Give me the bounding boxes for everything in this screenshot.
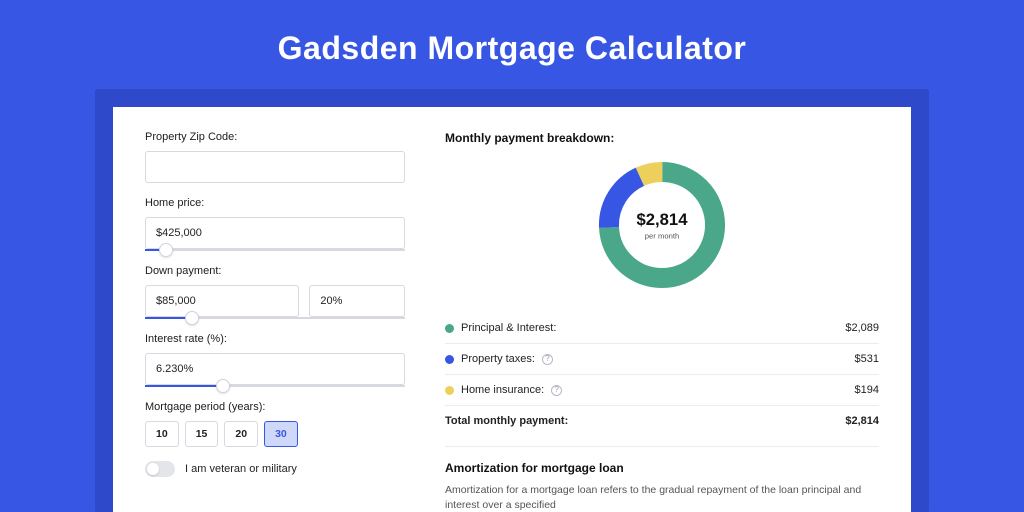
term-button-15[interactable]: 15 [185, 421, 219, 447]
form-column: Property Zip Code: Home price: Down paym… [145, 131, 405, 512]
term-button-20[interactable]: 20 [224, 421, 258, 447]
donut-chart: $2,814 per month [445, 155, 879, 295]
home-price-slider[interactable] [145, 249, 405, 251]
term-button-30[interactable]: 30 [264, 421, 298, 447]
donut-center-value: $2,814 [637, 210, 689, 229]
info-icon[interactable]: ? [542, 354, 553, 365]
legend-label-principal: Principal & Interest: [461, 322, 556, 334]
down-payment-group: Down payment: [145, 265, 405, 319]
legend-value-principal: $2,089 [845, 322, 879, 334]
mortgage-period-label: Mortgage period (years): [145, 401, 405, 413]
zip-group: Property Zip Code: [145, 131, 405, 183]
home-price-slider-thumb[interactable] [159, 243, 173, 257]
zip-input[interactable] [145, 151, 405, 183]
legend-value-taxes: $531 [855, 353, 879, 365]
mortgage-period-group: Mortgage period (years): 10 15 20 30 [145, 401, 405, 447]
dot-icon [445, 324, 454, 333]
legend-row-principal: Principal & Interest: $2,089 [445, 313, 879, 343]
amortization-text: Amortization for a mortgage loan refers … [445, 483, 879, 512]
term-button-10[interactable]: 10 [145, 421, 179, 447]
veteran-row: I am veteran or military [145, 461, 405, 477]
legend-label-taxes: Property taxes: [461, 353, 535, 365]
amortization-section: Amortization for mortgage loan Amortizat… [445, 446, 879, 512]
breakdown-title: Monthly payment breakdown: [445, 131, 879, 145]
legend-value-insurance: $194 [855, 384, 879, 396]
legend-row-total: Total monthly payment: $2,814 [445, 406, 879, 436]
home-price-input[interactable] [145, 217, 405, 249]
down-payment-amount-input[interactable] [145, 285, 299, 317]
donut-center-sub: per month [645, 231, 679, 240]
legend-label-total: Total monthly payment: [445, 415, 568, 427]
interest-rate-input[interactable] [145, 353, 405, 385]
zip-label: Property Zip Code: [145, 131, 405, 143]
legend-label-insurance: Home insurance: [461, 384, 544, 396]
down-payment-label: Down payment: [145, 265, 405, 277]
calculator-card: Property Zip Code: Home price: Down paym… [113, 107, 911, 512]
page-title: Gadsden Mortgage Calculator [0, 0, 1024, 89]
legend-row-taxes: Property taxes: ? $531 [445, 344, 879, 374]
interest-rate-label: Interest rate (%): [145, 333, 405, 345]
donut-svg: $2,814 per month [592, 155, 732, 295]
calculator-frame: Property Zip Code: Home price: Down paym… [95, 89, 929, 512]
home-price-group: Home price: [145, 197, 405, 251]
down-payment-pct-input[interactable] [309, 285, 405, 317]
interest-rate-slider-thumb[interactable] [216, 379, 230, 393]
veteran-toggle[interactable] [145, 461, 175, 477]
interest-rate-slider[interactable] [145, 385, 405, 387]
down-payment-slider-thumb[interactable] [185, 311, 199, 325]
veteran-label: I am veteran or military [185, 463, 297, 475]
legend-value-total: $2,814 [845, 415, 879, 427]
interest-rate-group: Interest rate (%): [145, 333, 405, 387]
legend-row-insurance: Home insurance: ? $194 [445, 375, 879, 405]
interest-rate-slider-fill [145, 385, 223, 387]
dot-icon [445, 386, 454, 395]
term-row: 10 15 20 30 [145, 421, 405, 447]
veteran-toggle-knob [147, 463, 159, 475]
breakdown-column: Monthly payment breakdown: $2,814 per mo… [445, 131, 879, 512]
down-payment-slider[interactable] [145, 317, 405, 319]
dot-icon [445, 355, 454, 364]
amortization-title: Amortization for mortgage loan [445, 461, 879, 475]
home-price-label: Home price: [145, 197, 405, 209]
info-icon[interactable]: ? [551, 385, 562, 396]
